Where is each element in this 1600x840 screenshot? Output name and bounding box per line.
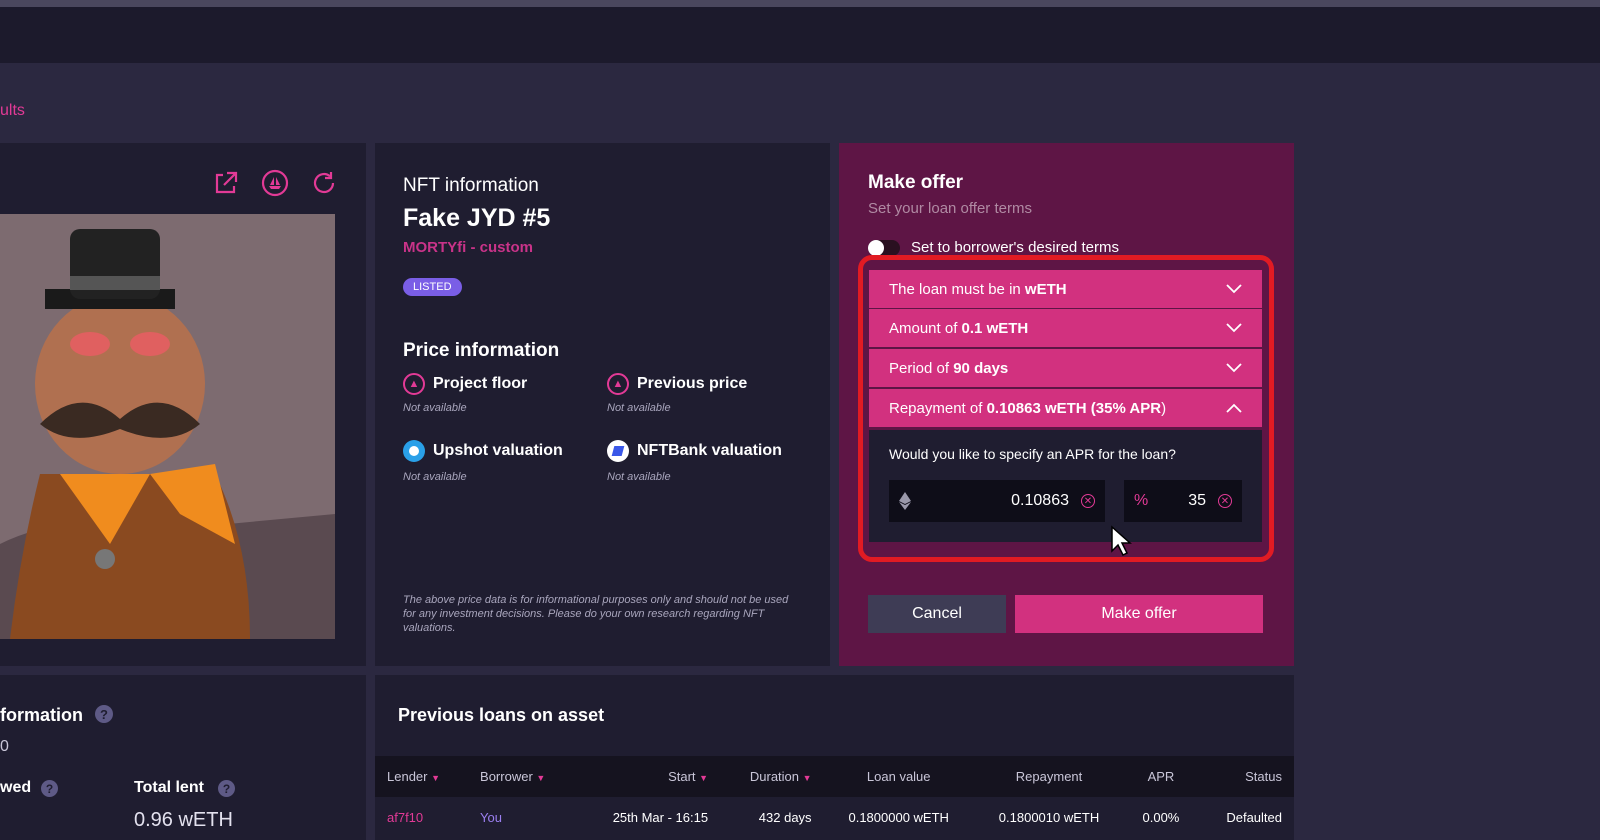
previous-loans-panel: Previous loans on asset Lender ▼ Borrowe… — [375, 675, 1294, 840]
column-header-start[interactable]: Start ▼ — [576, 756, 720, 797]
repayment-details: Would you like to specify an APR for the… — [869, 430, 1262, 542]
apr-question: Would you like to specify an APR for the… — [889, 446, 1176, 462]
column-header-apr: APR — [1147, 769, 1175, 784]
make-offer-button[interactable]: Make offer — [1015, 595, 1263, 633]
nft-name: Fake JYD #5 — [403, 204, 551, 232]
refresh-icon[interactable] — [309, 168, 339, 198]
external-link-icon[interactable] — [211, 168, 241, 198]
column-header-status: Status — [1245, 769, 1282, 784]
currency-row[interactable]: The loan must be in wETH — [869, 270, 1262, 308]
repayment-value: 0.10863 — [1011, 492, 1069, 509]
help-icon[interactable]: ? — [218, 780, 235, 797]
repayment-input[interactable]: 0.10863 ✕ — [889, 480, 1105, 522]
period-text: Period of 90 days — [889, 359, 1009, 377]
nftbank-icon — [607, 440, 629, 462]
offer-title: Make offer — [868, 172, 964, 193]
amount-row[interactable]: Amount of 0.1 wETH — [869, 309, 1262, 347]
upshot-valuation-value: Not available — [403, 471, 467, 483]
column-header-lender[interactable]: Lender ▼ — [375, 756, 468, 797]
status-cell: Defaulted — [1226, 809, 1282, 825]
previous-price-value: Not available — [607, 402, 671, 414]
amount-text: Amount of 0.1 wETH — [889, 319, 1029, 337]
loan-value-cell: 0.1800000 wETH — [848, 809, 949, 825]
lending-value: 0 — [0, 738, 9, 755]
previous-price-item: ▲ Previous price — [607, 373, 747, 395]
cancel-button[interactable]: Cancel — [868, 595, 1006, 633]
upshot-valuation-item: Upshot valuation — [403, 440, 563, 462]
total-lent-value: 0.96 wETH — [134, 809, 233, 831]
table-row: af7f10 You 25th Mar - 16:15 432 days 0.1… — [375, 797, 1294, 837]
listed-badge: LISTED — [403, 278, 462, 296]
nftbank-valuation-value: Not available — [607, 471, 671, 483]
nft-info-heading: NFT information — [403, 175, 539, 196]
start-cell: 25th Mar - 16:15 — [612, 809, 709, 825]
help-icon[interactable]: ? — [95, 705, 113, 723]
opensea-icon[interactable] — [260, 168, 290, 198]
table-header-row: Lender ▼ Borrower ▼ Start ▼ Duration ▼ L… — [375, 756, 1294, 797]
nft-image — [0, 214, 335, 639]
lending-heading: formation — [0, 705, 83, 725]
project-floor-value: Not available — [403, 402, 467, 414]
borrower-terms-toggle[interactable] — [868, 240, 900, 256]
back-link[interactable]: ults — [0, 102, 25, 120]
price-info-heading: Price information — [403, 340, 560, 361]
period-row[interactable]: Period of 90 days — [869, 349, 1262, 387]
eth-pink-icon: ▲ — [607, 373, 629, 395]
collection-name[interactable]: MORTYfi - custom — [403, 239, 533, 256]
column-header-loan-value: Loan value — [866, 769, 931, 784]
lender-cell[interactable]: af7f10 — [375, 797, 468, 837]
loans-table: Lender ▼ Borrower ▼ Start ▼ Duration ▼ L… — [375, 756, 1294, 837]
chevron-down-icon — [1226, 363, 1242, 373]
loans-heading: Previous loans on asset — [398, 705, 605, 725]
help-icon[interactable]: ? — [41, 780, 58, 797]
nft-image-panel — [0, 143, 366, 666]
clear-repayment-icon[interactable]: ✕ — [1081, 494, 1095, 508]
top-navbar — [0, 7, 1600, 63]
apr-cell: 0.00% — [1142, 809, 1180, 825]
duration-cell: 432 days — [758, 809, 812, 825]
nft-info-panel: NFT information Fake JYD #5 MORTYfi - cu… — [375, 143, 830, 666]
upshot-valuation-label: Upshot valuation — [433, 442, 563, 459]
repayment-text: Repayment of 0.10863 wETH (35% APR) — [889, 399, 1167, 417]
nftbank-valuation-item: NFTBank valuation — [607, 440, 782, 462]
eth-pink-icon: ▲ — [403, 373, 425, 395]
eth-icon — [899, 492, 911, 510]
nftbank-valuation-label: NFTBank valuation — [637, 442, 782, 459]
column-header-repayment: Repayment — [1015, 769, 1083, 784]
repayment-row[interactable]: Repayment of 0.10863 wETH (35% APR) — [869, 389, 1262, 427]
mouse-cursor-icon — [1111, 525, 1132, 557]
apr-input[interactable]: % 35 ✕ — [1124, 480, 1242, 522]
borrower-terms-label: Set to borrower's desired terms — [911, 239, 1119, 256]
apr-value: 35 — [1188, 492, 1206, 509]
lending-info-panel: formation ? 0 wed ? Total lent ? 0.96 wE… — [0, 675, 366, 840]
total-lent-label: Total lent — [134, 779, 204, 796]
currency-text: The loan must be in wETH — [889, 280, 1067, 298]
clear-apr-icon[interactable]: ✕ — [1218, 494, 1232, 508]
repayment-cell: 0.1800010 wETH — [998, 809, 1100, 825]
chevron-up-icon — [1226, 403, 1242, 413]
project-floor-label: Project floor — [433, 375, 528, 392]
borrower-cell[interactable]: You — [468, 797, 576, 837]
toggle-knob — [868, 240, 884, 256]
chevron-down-icon — [1226, 323, 1242, 333]
borrowed-label: wed — [0, 779, 32, 796]
offer-subtitle: Set your loan offer terms — [868, 200, 1032, 217]
top-border — [0, 0, 1600, 7]
price-disclaimer: The above price data is for informationa… — [403, 594, 789, 634]
chevron-down-icon — [1226, 284, 1242, 294]
project-floor-item: ▲ Project floor — [403, 373, 527, 395]
previous-price-label: Previous price — [637, 375, 748, 392]
column-header-borrower[interactable]: Borrower ▼ — [468, 756, 576, 797]
upshot-icon — [403, 440, 425, 462]
column-header-duration[interactable]: Duration ▼ — [720, 756, 823, 797]
percent-icon: % — [1134, 492, 1149, 509]
